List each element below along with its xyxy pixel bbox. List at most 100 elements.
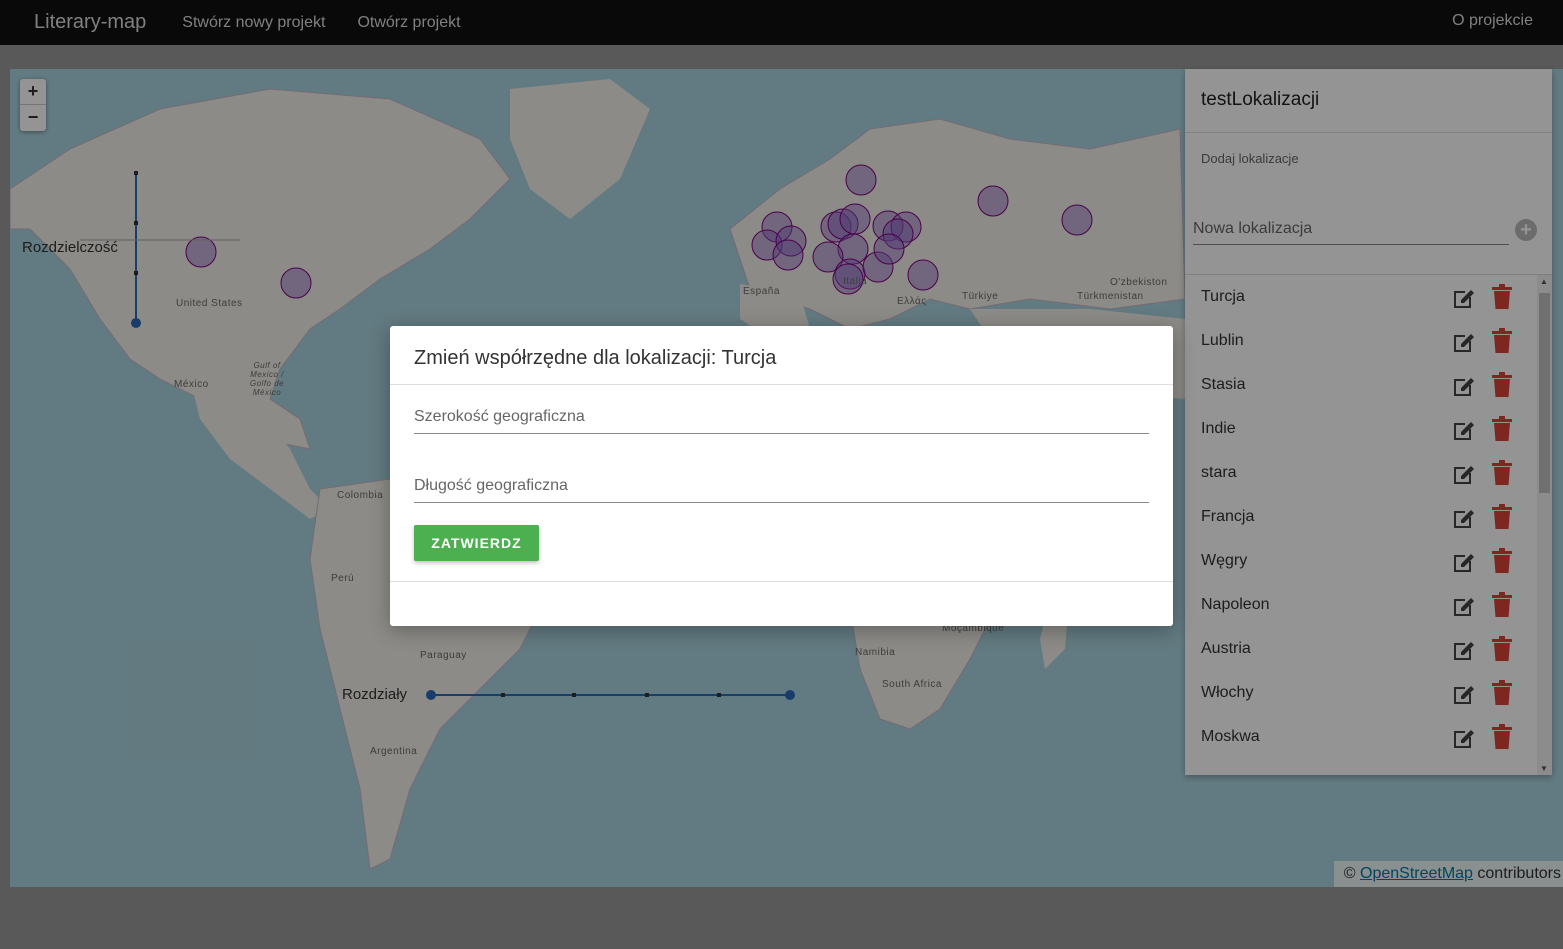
country-label: Ελλάς [897,296,927,307]
nav-create-project[interactable]: Stwórz nowy projekt [182,14,325,32]
location-item[interactable]: Węgry [1185,539,1537,583]
country-label: Türkiye [962,291,999,302]
scroll-down-icon[interactable]: ▼ [1540,764,1548,773]
country-label: United States [176,298,243,309]
new-location-input[interactable] [1193,213,1509,245]
map-marker [1061,204,1093,236]
add-location-label: Dodaj lokalizacje [1201,151,1299,166]
map-marker [977,185,1009,217]
country-label: Namibia [855,647,896,658]
location-item[interactable]: Włochy [1185,671,1537,715]
location-item[interactable]: Lublin [1185,319,1537,363]
location-name: Francja [1201,508,1255,525]
location-item[interactable]: Stasia [1185,363,1537,407]
location-item[interactable]: Francja [1185,495,1537,539]
edit-coordinates-modal: Zmień współrzędne dla lokalizacji: Turcj… [390,326,1173,626]
zoom-control: + − [20,79,46,131]
divisions-slider [426,690,795,700]
map-attribution: © OpenStreetMap contributors [1333,861,1563,887]
locations-scrollbar[interactable]: ▲ ▼ [1537,275,1552,775]
nav-about-project[interactable]: O projekcie [1452,12,1533,30]
country-label: España [743,286,780,297]
location-item[interactable]: Moskwa [1185,715,1537,759]
map-marker [772,239,804,271]
trash-icon[interactable] [1491,416,1513,442]
submit-button[interactable]: ZATWIERDZ [414,525,539,561]
country-label: Türkmenistan [1077,291,1144,302]
location-name: Włochy [1201,684,1254,701]
trash-icon[interactable] [1491,592,1513,618]
location-name: Austria [1201,640,1251,657]
trash-icon[interactable] [1491,504,1513,530]
edit-icon[interactable] [1451,681,1477,707]
edit-icon[interactable] [1451,505,1477,531]
map-marker [839,203,871,235]
edit-icon[interactable] [1451,329,1477,355]
country-label: South Africa [882,679,942,690]
trash-icon[interactable] [1491,636,1513,662]
trash-icon[interactable] [1491,680,1513,706]
edit-icon[interactable] [1451,725,1477,751]
resolution-label: Rozdzielczość [22,239,118,256]
location-name: Lublin [1201,332,1244,349]
map-marker [873,233,905,265]
location-item[interactable]: Napoleon [1185,583,1537,627]
edit-icon[interactable] [1451,549,1477,575]
country-label: Gulf of Mexico / Golfo de México [249,361,285,397]
scroll-up-icon[interactable]: ▲ [1540,277,1548,286]
navbar: Literary-map Stwórz nowy projekt Otwórz … [0,0,1563,45]
country-label: Colombia [337,490,384,501]
location-name: Stasia [1201,376,1246,393]
country-label: Argentina [370,746,418,757]
trash-icon[interactable] [1491,724,1513,750]
country-label: Perú [331,573,355,584]
attribution-suffix: contributors [1477,865,1561,882]
latitude-input[interactable] [414,400,1149,434]
location-name: stara [1201,464,1237,481]
map-marker [185,236,217,268]
country-label: Italia [843,276,868,287]
modal-footer [390,581,1173,582]
edit-icon[interactable] [1451,373,1477,399]
country-label: O'zbekiston [1110,277,1168,288]
country-label: México [174,379,209,390]
divisions-label: Rozdziały [342,686,408,703]
zoom-in-button[interactable]: + [20,79,46,105]
map-marker [280,267,312,299]
zoom-out-button[interactable]: − [20,105,46,131]
add-location-row: + [1185,191,1552,275]
edit-icon[interactable] [1451,637,1477,663]
edit-icon[interactable] [1451,417,1477,443]
location-name: Turcja [1201,288,1245,305]
map-marker [907,259,939,291]
trash-icon[interactable] [1491,284,1513,310]
location-item[interactable]: stara [1185,451,1537,495]
edit-icon[interactable] [1451,593,1477,619]
trash-icon[interactable] [1491,372,1513,398]
add-location-icon[interactable]: + [1515,219,1537,241]
edit-icon[interactable] [1451,285,1477,311]
location-item[interactable]: Austria [1185,627,1537,671]
scroll-thumb[interactable] [1539,293,1550,493]
nav-open-project[interactable]: Otwórz projekt [357,14,460,32]
location-item[interactable]: Turcja [1185,275,1537,319]
locations-list: Turcja Lublin Stasia Indie stara Francja Węgry… [1185,275,1537,775]
location-item[interactable]: Indie [1185,407,1537,451]
modal-title: Zmień współrzędne dla lokalizacji: Turcj… [390,326,1173,385]
trash-icon[interactable] [1491,328,1513,354]
edit-icon[interactable] [1451,461,1477,487]
project-title: testLokalizacji [1185,69,1552,133]
country-label: Paraguay [420,650,467,661]
trash-icon[interactable] [1491,460,1513,486]
location-name: Węgry [1201,552,1248,569]
copyright-symbol: © [1343,865,1356,882]
location-name: Indie [1201,420,1236,437]
openstreetmap-link[interactable]: OpenStreetMap [1360,865,1473,882]
longitude-input[interactable] [414,469,1149,503]
location-name: Napoleon [1201,596,1270,613]
map-marker [845,164,877,196]
location-name: Moskwa [1201,728,1260,745]
locations-panel: testLokalizacji Dodaj lokalizacje + Turc… [1185,69,1552,775]
trash-icon[interactable] [1491,548,1513,574]
brand-link[interactable]: Literary-map [34,11,146,34]
